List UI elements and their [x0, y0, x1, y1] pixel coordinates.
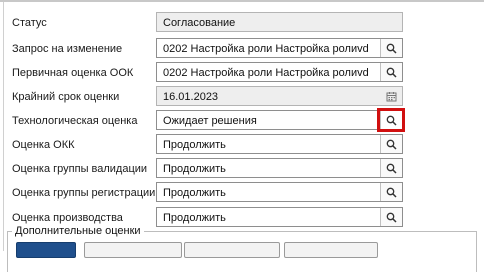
deadline-value: 16.01.2023	[163, 91, 219, 103]
deadline-calendar-button[interactable]	[380, 87, 402, 105]
row-change-request: Запрос на изменение 0202 Настройка роли …	[4, 38, 484, 60]
row-okk-assessment: Оценка ОКК Продолжить	[4, 134, 484, 156]
primary-assessment-field[interactable]: 0202 Настройка роли Настройка ролиvd	[156, 62, 403, 82]
validation-assessment-value: Продолжить	[163, 163, 226, 175]
toolbar-button-2[interactable]	[84, 242, 182, 258]
search-icon	[386, 67, 397, 78]
change-request-label: Запрос на изменение	[12, 43, 123, 55]
okk-assessment-lookup-button[interactable]	[380, 135, 402, 153]
row-registration-assessment: Оценка группы регистрации Продолжить	[4, 182, 484, 204]
registration-assessment-label: Оценка группы регистрации	[12, 187, 156, 199]
row-validation-assessment: Оценка группы валидации Продолжить	[4, 158, 484, 180]
registration-assessment-lookup-button[interactable]	[380, 183, 402, 201]
primary-assessment-label: Первичная оценка ООК	[12, 67, 134, 79]
tech-assessment-value: Ожидает решения	[163, 115, 257, 127]
search-icon	[386, 139, 397, 150]
form-panel: Статус Согласование Запрос на изменение …	[3, 2, 483, 251]
production-assessment-field[interactable]: Продолжить	[156, 207, 403, 227]
search-icon	[386, 43, 397, 54]
production-assessment-label: Оценка производства	[12, 212, 123, 224]
toolbar-button-3[interactable]	[184, 242, 280, 258]
change-request-field[interactable]: 0202 Настройка роли Настройка ролиvd	[156, 38, 403, 58]
row-deadline: Крайний срок оценки 16.01.2023	[4, 86, 484, 108]
change-request-lookup-button[interactable]	[380, 39, 402, 57]
toolbar-primary-button[interactable]	[16, 242, 76, 258]
row-primary-assessment: Первичная оценка ООК 0202 Настройка роли…	[4, 62, 484, 84]
deadline-label: Крайний срок оценки	[12, 91, 120, 103]
status-value: Согласование	[163, 17, 236, 29]
production-assessment-value: Продолжить	[163, 212, 226, 224]
toolbar-button-4[interactable]	[284, 242, 378, 258]
calendar-icon	[386, 91, 396, 101]
okk-assessment-label: Оценка ОКК	[12, 139, 75, 151]
deadline-field: 16.01.2023	[156, 86, 403, 106]
status-field: Согласование	[156, 12, 403, 32]
status-label: Статус	[12, 17, 47, 29]
okk-assessment-field[interactable]: Продолжить	[156, 134, 403, 154]
validation-assessment-lookup-button[interactable]	[380, 159, 402, 177]
primary-assessment-lookup-button[interactable]	[380, 63, 402, 81]
change-request-value: 0202 Настройка роли Настройка ролиvd	[163, 43, 369, 55]
tech-assessment-lookup-button[interactable]	[377, 108, 405, 132]
tech-assessment-label: Технологическая оценка	[12, 115, 138, 127]
registration-assessment-value: Продолжить	[163, 187, 226, 199]
validation-assessment-label: Оценка группы валидации	[12, 163, 148, 175]
search-icon	[386, 163, 397, 174]
additional-assessments-legend: Дополнительные оценки	[12, 225, 144, 237]
search-icon	[386, 115, 397, 126]
search-icon	[386, 187, 397, 198]
okk-assessment-value: Продолжить	[163, 139, 226, 151]
row-tech-assessment: Технологическая оценка Ожидает решения	[4, 108, 484, 132]
row-status: Статус Согласование	[4, 12, 484, 34]
primary-assessment-value: 0202 Настройка роли Настройка ролиvd	[163, 67, 369, 79]
search-icon	[386, 212, 397, 223]
tech-assessment-field[interactable]: Ожидает решения	[156, 108, 405, 132]
registration-assessment-field[interactable]: Продолжить	[156, 182, 403, 202]
validation-assessment-field[interactable]: Продолжить	[156, 158, 403, 178]
production-assessment-lookup-button[interactable]	[380, 208, 402, 226]
